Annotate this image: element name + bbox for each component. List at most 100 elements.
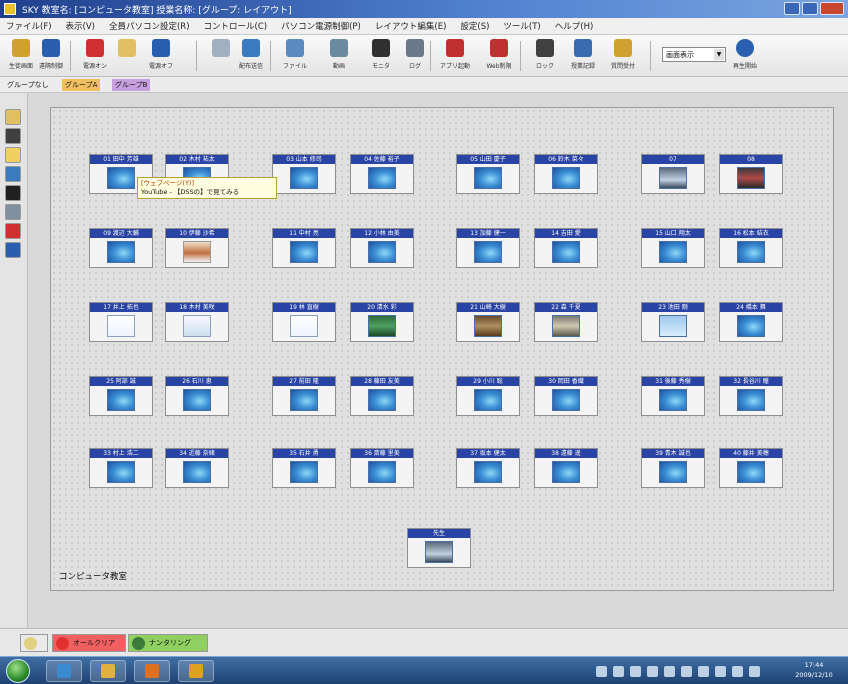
- pc-tile[interactable]: 19 林 直樹: [272, 302, 336, 342]
- pc-tile[interactable]: 28 藤田 友美: [350, 376, 414, 416]
- pc-tile[interactable]: 13 加藤 健一: [456, 228, 520, 268]
- toolbar-button[interactable]: モニタ: [366, 38, 396, 72]
- pc-tile[interactable]: 11 中村 亮: [272, 228, 336, 268]
- pc-tile[interactable]: 39 青木 誠也: [641, 448, 705, 488]
- pc-tile[interactable]: 27 前田 隆: [272, 376, 336, 416]
- menu-item[interactable]: パソコン電源制御(P): [281, 20, 361, 32]
- pc-tile[interactable]: 16 松本 結衣: [719, 228, 783, 268]
- tray-icon[interactable]: [647, 665, 658, 677]
- monitor-black-icon[interactable]: [5, 185, 21, 201]
- pc-name: 先生: [408, 529, 470, 538]
- pc-tile[interactable]: 21 山崎 大樹: [456, 302, 520, 342]
- pc-tile[interactable]: 03 山本 修司: [272, 154, 336, 194]
- pc-tile[interactable]: 20 清水 彩: [350, 302, 414, 342]
- pc-tile[interactable]: 32 長谷川 瞳: [719, 376, 783, 416]
- toolbar-button[interactable]: [112, 38, 142, 72]
- pc-tile[interactable]: 08: [719, 154, 783, 194]
- menu-item[interactable]: レイアウト編集(E): [375, 20, 447, 32]
- toolbar-button[interactable]: 動画: [324, 38, 354, 72]
- pc-tile[interactable]: 18 木村 美咲: [165, 302, 229, 342]
- pc-tile[interactable]: 36 斎藤 里美: [350, 448, 414, 488]
- power-blue-icon[interactable]: [5, 242, 21, 258]
- pc-tile[interactable]: 09 渡辺 大輔: [89, 228, 153, 268]
- tray-icon[interactable]: [698, 665, 709, 677]
- tray-icon[interactable]: [732, 665, 743, 677]
- toolbar-button[interactable]: 質問受付: [608, 38, 638, 72]
- menu-item[interactable]: ヘルプ(H): [555, 20, 594, 32]
- toolbar-button[interactable]: 電源オン: [80, 38, 110, 72]
- tray-icon[interactable]: [630, 665, 641, 677]
- toolbar-button[interactable]: 遠隔制御: [36, 38, 66, 72]
- toolbar-button[interactable]: ログ: [400, 38, 430, 72]
- play-button[interactable]: 再生開始: [730, 38, 760, 72]
- menu-item[interactable]: ツール(T): [503, 20, 540, 32]
- pc-tile[interactable]: 25 阿部 誠: [89, 376, 153, 416]
- menu-item[interactable]: 設定(S): [460, 20, 489, 32]
- toolbar-button[interactable]: ロック: [530, 38, 560, 72]
- tray-icon[interactable]: [749, 665, 760, 677]
- taskbar-app-button[interactable]: [178, 660, 214, 682]
- tray-icon[interactable]: [664, 665, 675, 677]
- grid-icon[interactable]: [5, 128, 21, 144]
- bottom-button[interactable]: ナンタリング: [128, 634, 208, 652]
- menu-item[interactable]: 表示(V): [66, 20, 95, 32]
- group-tab[interactable]: グループA: [62, 79, 101, 91]
- toolbar-button[interactable]: 電源オフ: [146, 38, 176, 72]
- pc-tile[interactable]: 38 遠藤 遥: [534, 448, 598, 488]
- menu-item[interactable]: 全員パソコン設定(R): [109, 20, 190, 32]
- taskbar-app-button[interactable]: [134, 660, 170, 682]
- pc-tile[interactable]: 29 小川 聡: [456, 376, 520, 416]
- pc-tile[interactable]: 35 石井 勇: [272, 448, 336, 488]
- pc-tile[interactable]: 先生: [407, 528, 471, 568]
- taskbar-app-button[interactable]: [90, 660, 126, 682]
- toolbar-button[interactable]: 授業記録: [568, 38, 598, 72]
- layout-icon[interactable]: [5, 204, 21, 220]
- clock[interactable]: 17:44 2009/12/10: [784, 660, 844, 680]
- pc-tile[interactable]: 40 藤井 美穂: [719, 448, 783, 488]
- pc-tile[interactable]: 10 伊藤 沙希: [165, 228, 229, 268]
- bottom-button[interactable]: オールクリア: [52, 634, 126, 652]
- pc-tile[interactable]: 04 佐藤 裕子: [350, 154, 414, 194]
- pc-tile[interactable]: 26 石川 恵: [165, 376, 229, 416]
- pc-tile[interactable]: 07: [641, 154, 705, 194]
- group-tab[interactable]: グループなし: [4, 79, 52, 91]
- pc-tile[interactable]: 22 森 千夏: [534, 302, 598, 342]
- display-mode-select[interactable]: 画面表示 ▼: [662, 47, 726, 62]
- close-button[interactable]: [820, 2, 844, 15]
- pc-tile[interactable]: 30 岡田 香織: [534, 376, 598, 416]
- tray-icon[interactable]: [613, 665, 624, 677]
- pc-name: 22 森 千夏: [535, 303, 597, 312]
- pc-tile[interactable]: 12 小林 由美: [350, 228, 414, 268]
- menu-item[interactable]: コントロール(C): [204, 20, 268, 32]
- pc-tile[interactable]: 15 山口 翔太: [641, 228, 705, 268]
- toolbar-button[interactable]: Web制限: [484, 38, 514, 72]
- pc-tile[interactable]: 17 井上 拓也: [89, 302, 153, 342]
- bottom-button[interactable]: [20, 634, 48, 652]
- toolbar-button[interactable]: アプリ起動: [440, 38, 470, 72]
- pc-tile[interactable]: 37 坂本 健太: [456, 448, 520, 488]
- maximize-button[interactable]: [802, 2, 818, 15]
- pc-tile[interactable]: 34 近藤 奈緒: [165, 448, 229, 488]
- taskbar-app-button[interactable]: [46, 660, 82, 682]
- share-icon[interactable]: [5, 166, 21, 182]
- pc-tile[interactable]: 14 吉田 愛: [534, 228, 598, 268]
- toolbar-button[interactable]: ファイル: [280, 38, 310, 72]
- pc-tile[interactable]: 24 橋本 舞: [719, 302, 783, 342]
- tray-icon[interactable]: [596, 665, 607, 677]
- tray-icon[interactable]: [715, 665, 726, 677]
- group-tab[interactable]: グループB: [112, 79, 151, 91]
- start-button[interactable]: [6, 659, 30, 683]
- menu-item[interactable]: ファイル(F): [6, 20, 52, 32]
- tray-icon[interactable]: [681, 665, 692, 677]
- pc-tile[interactable]: 23 池田 剛: [641, 302, 705, 342]
- minimize-button[interactable]: [784, 2, 800, 15]
- toolbar-button[interactable]: 配布送信: [236, 38, 266, 72]
- power-icon[interactable]: [5, 223, 21, 239]
- pc-tile[interactable]: 05 山田 慶子: [456, 154, 520, 194]
- student-icon[interactable]: [5, 109, 21, 125]
- pc-tile[interactable]: 31 後藤 秀樹: [641, 376, 705, 416]
- mail-icon[interactable]: [5, 147, 21, 163]
- pc-tile[interactable]: 06 鈴木 菜々: [534, 154, 598, 194]
- user-icon: [118, 39, 136, 57]
- pc-tile[interactable]: 33 村上 浩二: [89, 448, 153, 488]
